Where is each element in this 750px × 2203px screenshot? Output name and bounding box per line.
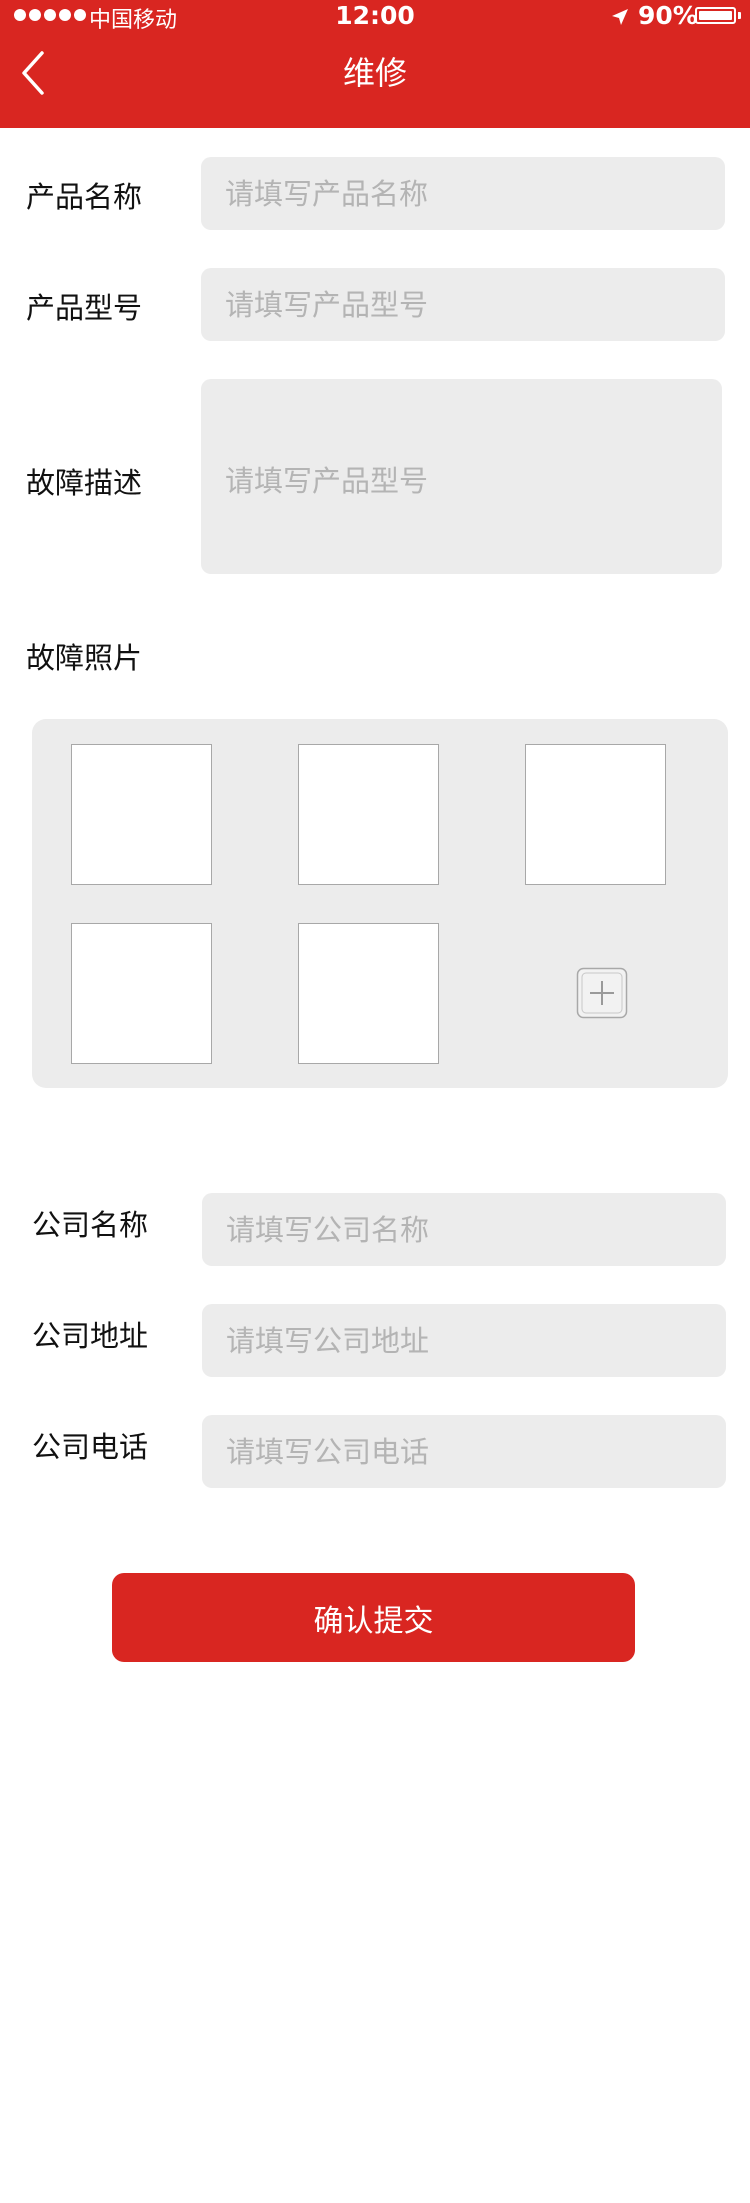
submit-button[interactable]: 确认提交 [112, 1573, 635, 1662]
company-name-label: 公司名称 [32, 1208, 149, 1242]
product-model-input[interactable] [201, 268, 725, 341]
company-name-input[interactable] [202, 1193, 726, 1266]
status-bar: 中国移动 12:00 90% [0, 0, 750, 34]
battery-icon [695, 7, 736, 24]
company-phone-input[interactable] [202, 1415, 726, 1488]
add-photo-icon[interactable] [576, 967, 628, 1019]
company-phone-label: 公司电话 [32, 1430, 149, 1464]
product-model-label: 产品型号 [26, 291, 143, 325]
app-header: 中国移动 12:00 90% 维修 [0, 0, 750, 128]
page-title: 维修 [342, 54, 407, 92]
fault-photos-label: 故障照片 [26, 641, 143, 675]
battery-percentage: 90% [638, 1, 698, 30]
photo-slot[interactable] [298, 744, 439, 885]
product-name-label: 产品名称 [26, 180, 143, 214]
battery-cap [738, 12, 741, 19]
location-arrow-icon [612, 9, 628, 25]
fault-description-label: 故障描述 [26, 466, 143, 500]
product-name-input[interactable] [201, 157, 725, 230]
company-address-label: 公司地址 [32, 1319, 149, 1353]
company-address-input[interactable] [202, 1304, 726, 1377]
photo-slot[interactable] [525, 744, 666, 885]
photo-slot[interactable] [71, 923, 212, 1064]
photo-slot[interactable] [71, 744, 212, 885]
photo-slot[interactable] [298, 923, 439, 1064]
fault-description-textarea[interactable] [201, 379, 722, 574]
